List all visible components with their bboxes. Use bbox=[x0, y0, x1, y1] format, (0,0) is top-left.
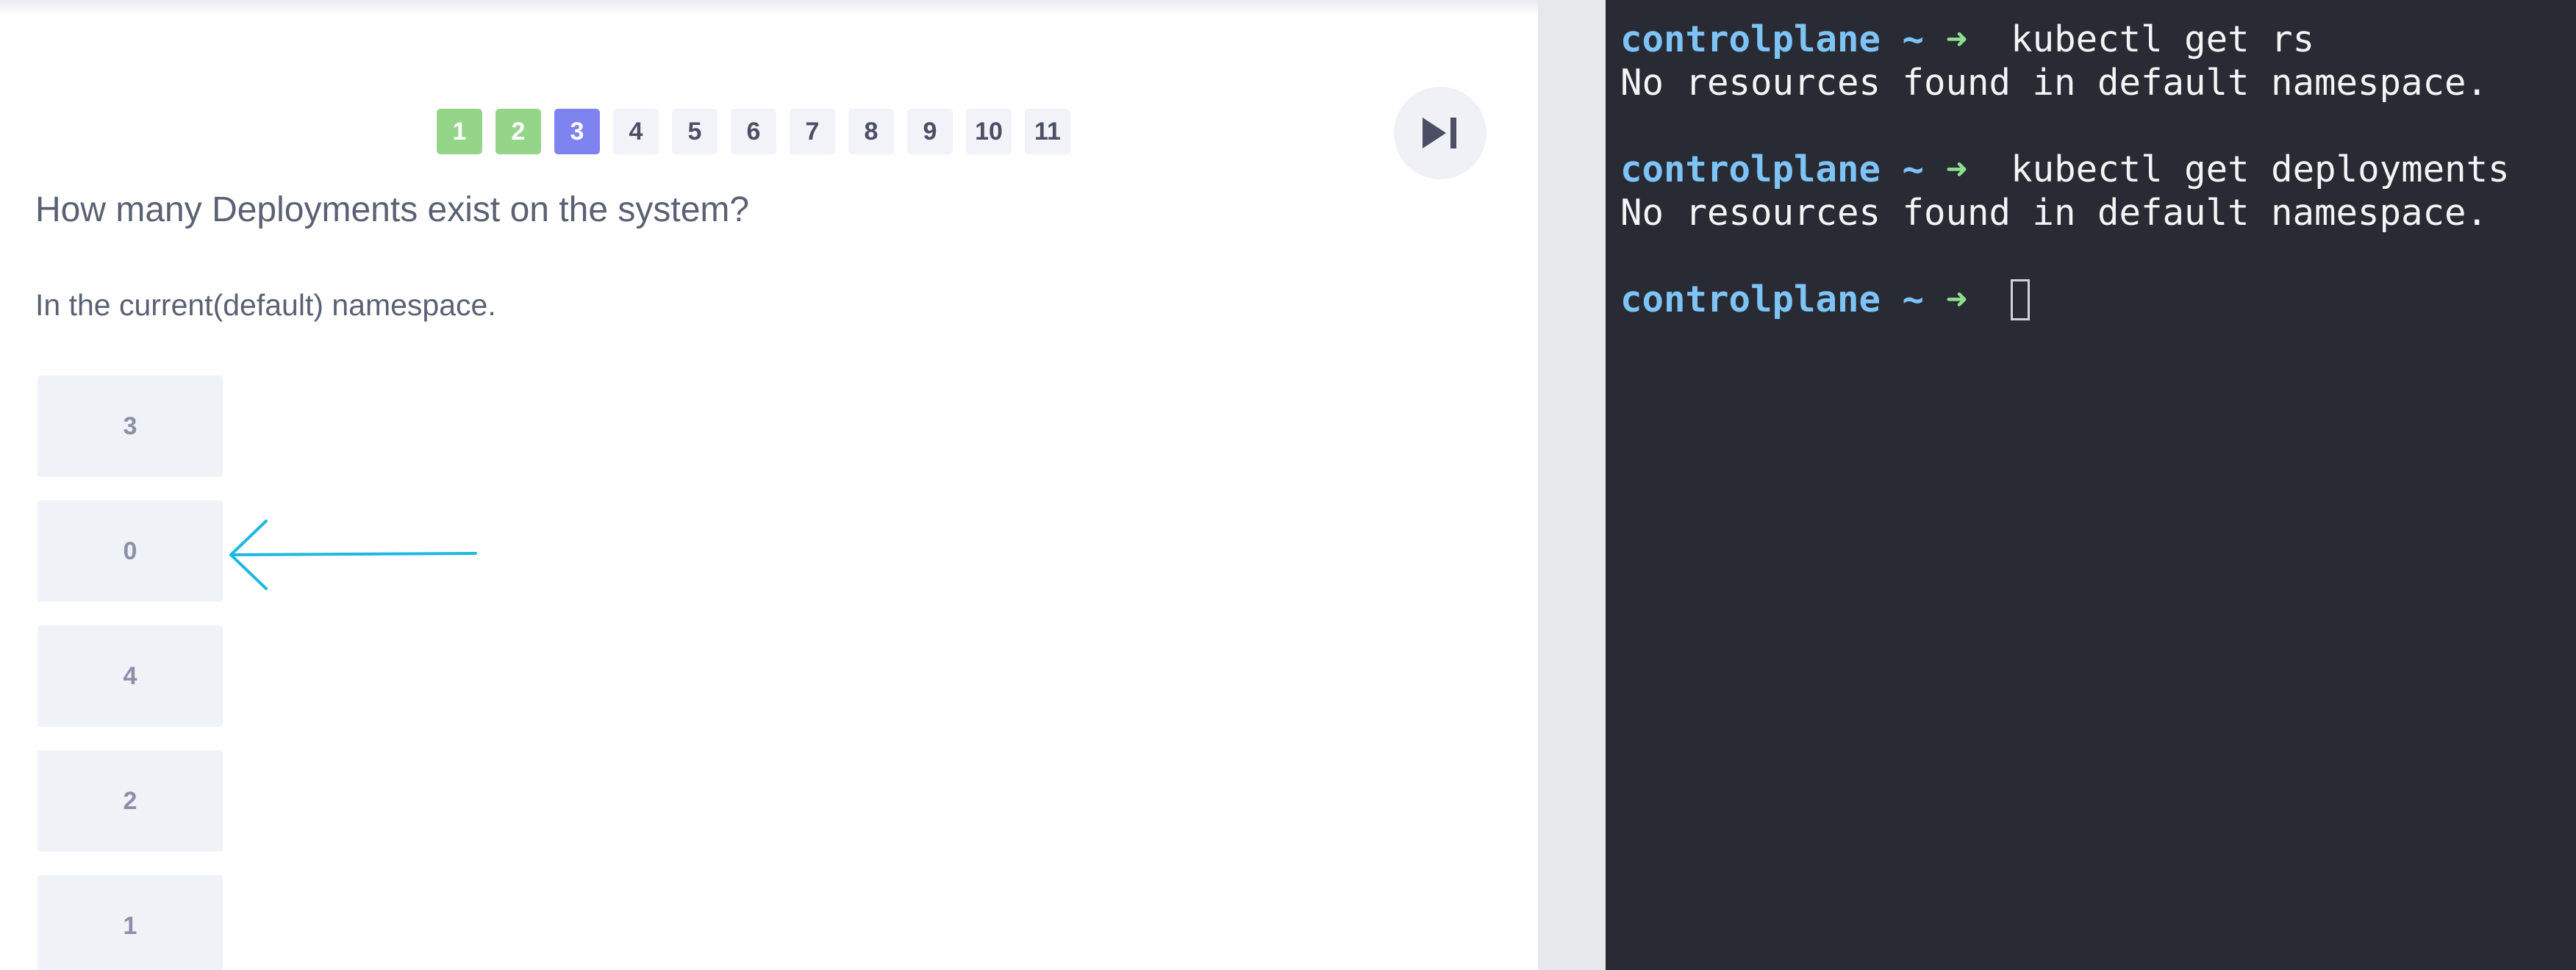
prompt-tilde: ~ bbox=[1902, 279, 1925, 320]
terminal-output: No resources found in default namespace. bbox=[1620, 62, 2489, 104]
page-5-button[interactable]: 5 bbox=[672, 109, 718, 154]
answer-option[interactable]: 2 bbox=[37, 750, 223, 852]
terminal-line: controlplane ~ ➜ bbox=[1620, 278, 2576, 321]
terminal-line: No resources found in default namespace. bbox=[1620, 61, 2576, 104]
prompt-tilde: ~ bbox=[1902, 148, 1925, 190]
annotation-arrow bbox=[229, 520, 477, 590]
prompt-host: controlplane bbox=[1620, 148, 1881, 190]
terminal-cursor bbox=[2011, 279, 2031, 320]
terminal-command: kubectl get deployments bbox=[2011, 148, 2510, 190]
panel-divider[interactable] bbox=[1538, 0, 1606, 970]
answer-option[interactable]: 1 bbox=[37, 875, 223, 970]
question-hint: In the current(default) namespace. bbox=[35, 288, 496, 322]
page-7-button[interactable]: 7 bbox=[790, 109, 835, 154]
terminal-line: No resources found in default namespace. bbox=[1620, 191, 2576, 234]
prompt-host: controlplane bbox=[1620, 279, 1881, 320]
page-1-button[interactable]: 1 bbox=[437, 109, 482, 154]
page-10-button[interactable]: 10 bbox=[966, 109, 1012, 154]
skip-question-button[interactable] bbox=[1394, 87, 1486, 179]
prompt-arrow-icon: ➜ bbox=[1945, 18, 1968, 60]
answer-option[interactable]: 3 bbox=[37, 376, 223, 477]
prompt-tilde: ~ bbox=[1902, 18, 1925, 60]
prompt-arrow-icon: ➜ bbox=[1945, 148, 1968, 190]
page-8-button[interactable]: 8 bbox=[848, 109, 894, 154]
page-2-button[interactable]: 2 bbox=[495, 109, 541, 154]
page-9-button[interactable]: 9 bbox=[907, 109, 953, 154]
skip-next-icon bbox=[1423, 118, 1456, 148]
top-shadow bbox=[0, 0, 1538, 16]
prompt-arrow-icon: ➜ bbox=[1945, 279, 1968, 320]
page-11-button[interactable]: 11 bbox=[1025, 109, 1070, 154]
question-text: How many Deployments exist on the system… bbox=[35, 190, 750, 229]
terminal-line: controlplane ~ ➜ kubectl get rs bbox=[1620, 18, 2576, 61]
answer-option[interactable]: 4 bbox=[37, 625, 223, 727]
quiz-panel: 1 2 3 4 5 6 7 8 9 10 11 How many Deployments exist… bbox=[0, 0, 1538, 970]
page-3-button[interactable]: 3 bbox=[554, 109, 600, 154]
terminal-output: No resources found in default namespace. bbox=[1620, 192, 2489, 234]
prompt-host: controlplane bbox=[1620, 18, 1881, 60]
answer-option[interactable]: 0 bbox=[37, 500, 223, 602]
page-4-button[interactable]: 4 bbox=[613, 109, 659, 154]
question-pagination: 1 2 3 4 5 6 7 8 9 10 11 bbox=[437, 109, 1070, 154]
answer-options: 3 0 4 2 1 bbox=[37, 376, 223, 970]
terminal-command: kubectl get rs bbox=[2011, 18, 2315, 60]
terminal-line: controlplane ~ ➜ kubectl get deployments bbox=[1620, 148, 2576, 191]
terminal[interactable]: controlplane ~ ➜ kubectl get rs No resour… bbox=[1606, 0, 2576, 970]
page-6-button[interactable]: 6 bbox=[731, 109, 776, 154]
